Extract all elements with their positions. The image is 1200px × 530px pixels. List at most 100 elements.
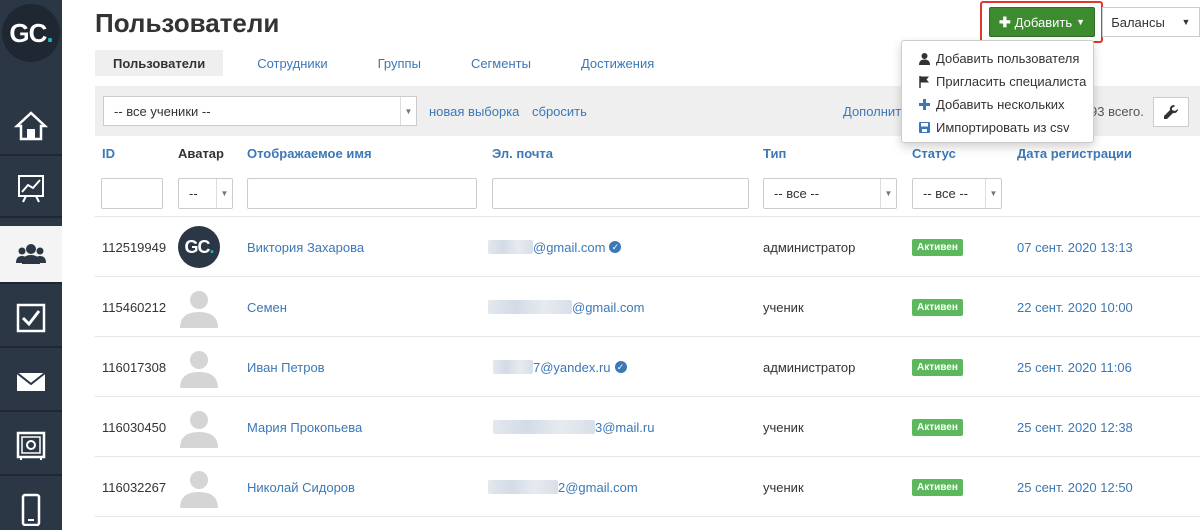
type-filter-select[interactable]: -- все -- ▼ xyxy=(763,178,897,209)
tab-achievements[interactable]: Достижения xyxy=(549,50,672,76)
nav-messages[interactable] xyxy=(0,354,62,412)
table-row[interactable]: 116032267 Николай Сидоров 2@gmail.com уч… xyxy=(95,456,1200,516)
page-title: Пользователи xyxy=(95,8,280,38)
cell-type: администратор xyxy=(763,239,856,255)
tab-groups[interactable]: Группы xyxy=(346,50,439,76)
settings-button[interactable] xyxy=(1153,97,1189,127)
logo-letters: GC xyxy=(9,17,47,48)
cell-type: администратор xyxy=(763,359,856,375)
cell-name-link[interactable]: Виктория Захарова xyxy=(247,217,364,277)
table-row[interactable]: 116017308 Иван Петров 7@yandex.ru ✓ адми… xyxy=(95,336,1200,396)
col-date[interactable]: Дата регистрации xyxy=(1017,146,1132,161)
col-avatar: Аватар xyxy=(178,146,224,161)
table-row[interactable]: 115460212 Семен @gmail.com ученик Активе… xyxy=(95,276,1200,336)
tab-users[interactable]: Пользователи xyxy=(95,50,224,76)
id-filter-input[interactable] xyxy=(101,178,163,209)
cell-name-link[interactable]: Семен xyxy=(247,277,287,337)
import-icon xyxy=(919,122,930,133)
segment-select-value: -- все ученики -- xyxy=(114,103,211,119)
table-row[interactable]: 112519949 GC. Виктория Захарова @gmail.c… xyxy=(95,216,1200,276)
logo[interactable]: GC. xyxy=(0,0,62,66)
cell-email: 2@gmail.com xyxy=(488,457,638,517)
cell-id: 115460212 xyxy=(102,299,167,315)
checkbox-icon xyxy=(16,303,46,333)
email-domain[interactable]: 7@yandex.ru xyxy=(533,360,611,375)
cell-date: 07 сент. 2020 13:13 xyxy=(1017,239,1133,255)
cell-avatar xyxy=(178,277,220,337)
cell-name-link[interactable]: Николай Сидоров xyxy=(247,457,355,517)
cell-id: 116032267 xyxy=(102,479,167,495)
email-domain[interactable]: 2@gmail.com xyxy=(558,480,638,495)
col-status[interactable]: Статус xyxy=(912,146,956,161)
tabs: Пользователи Сотрудники Группы Сегменты … xyxy=(95,50,672,76)
tab-employees[interactable]: Сотрудники xyxy=(223,50,345,76)
add-dropdown-menu: Добавить пользователя Пригласить специал… xyxy=(901,40,1094,143)
logo-dot: . xyxy=(46,17,53,48)
col-id[interactable]: ID xyxy=(102,146,115,161)
caret-down-icon: ▼ xyxy=(1181,17,1191,27)
nav-home[interactable] xyxy=(0,98,62,156)
col-name[interactable]: Отображаемое имя xyxy=(247,146,372,161)
nav-safe[interactable] xyxy=(0,418,62,476)
email-redaction xyxy=(488,240,533,254)
col-type[interactable]: Тип xyxy=(763,146,786,161)
email-domain[interactable]: @gmail.com xyxy=(572,300,644,315)
mail-icon xyxy=(16,372,46,391)
nav-statistics[interactable] xyxy=(0,160,62,218)
cell-date: 25 сент. 2020 11:06 xyxy=(1017,359,1132,375)
email-filter-input[interactable] xyxy=(492,178,749,209)
reset-link[interactable]: сбросить xyxy=(532,104,587,119)
caret-down-icon: ▼ xyxy=(880,179,896,208)
nav-mobile[interactable] xyxy=(0,480,62,530)
menu-item-import-csv[interactable]: Импортировать из csv xyxy=(902,116,1093,139)
email-domain[interactable]: 3@mail.ru xyxy=(595,420,654,435)
menu-item-label: Импортировать из csv xyxy=(936,120,1070,135)
cell-avatar: GC. xyxy=(178,217,220,277)
cell-name-link[interactable]: Мария Прокопьева xyxy=(247,397,362,457)
col-email[interactable]: Эл. почта xyxy=(492,146,553,161)
flag-icon xyxy=(919,76,929,88)
menu-item-invite-specialist[interactable]: Пригласить специалиста xyxy=(902,70,1093,93)
email-redaction xyxy=(493,420,595,434)
status-filter-select[interactable]: -- все -- ▼ xyxy=(912,178,1002,209)
caret-down-icon: ▼ xyxy=(985,179,1001,208)
cell-email: 7@yandex.ru ✓ xyxy=(493,337,627,397)
avatar-filter-select[interactable]: -- ▼ xyxy=(178,178,233,209)
caret-down-icon: ▼ xyxy=(400,97,416,125)
caret-down-icon: ▼ xyxy=(216,179,232,208)
avatar: GC. xyxy=(178,226,220,268)
cell-date: 25 сент. 2020 12:50 xyxy=(1017,479,1133,495)
chart-icon xyxy=(18,175,44,203)
balances-button[interactable]: Балансы xyxy=(1102,7,1174,37)
cell-avatar xyxy=(178,337,220,397)
name-filter-input[interactable] xyxy=(247,178,477,209)
email-domain[interactable]: @gmail.com xyxy=(533,240,605,255)
logo-mark: GC. xyxy=(2,4,60,62)
status-filter-value: -- все -- xyxy=(923,186,969,201)
highlight-frame xyxy=(980,1,1103,43)
nav-tasks[interactable] xyxy=(0,290,62,348)
cell-date: 22 сент. 2020 10:00 xyxy=(1017,299,1133,315)
tab-segments[interactable]: Сегменты xyxy=(439,50,549,76)
new-selection-link[interactable]: новая выборка xyxy=(429,104,519,119)
table-row-partial xyxy=(95,516,1200,530)
cell-id: 112519949 xyxy=(102,239,167,255)
additional-link[interactable]: Дополнит xyxy=(843,104,901,119)
cell-name-link[interactable]: Иван Петров xyxy=(247,337,325,397)
default-avatar-icon xyxy=(180,351,218,388)
status-badge: Активен xyxy=(912,238,963,256)
cell-email: 3@mail.ru xyxy=(493,397,654,457)
table-row[interactable]: 116030450 Мария Прокопьева 3@mail.ru уче… xyxy=(95,396,1200,456)
balances-caret-button[interactable]: ▼ xyxy=(1173,7,1200,37)
home-icon xyxy=(14,111,48,141)
menu-item-add-multiple[interactable]: Добавить нескольких xyxy=(902,93,1093,116)
nav-users[interactable] xyxy=(0,226,62,284)
cell-type: ученик xyxy=(763,299,804,315)
avatar-dot: . xyxy=(209,236,214,257)
segment-select[interactable]: -- все ученики -- ▼ xyxy=(103,96,417,126)
cell-date: 25 сент. 2020 12:38 xyxy=(1017,419,1133,435)
email-redaction xyxy=(493,360,533,374)
status-badge: Активен xyxy=(912,298,963,316)
menu-item-label: Пригласить специалиста xyxy=(936,74,1087,89)
menu-item-add-user[interactable]: Добавить пользователя xyxy=(902,47,1093,70)
